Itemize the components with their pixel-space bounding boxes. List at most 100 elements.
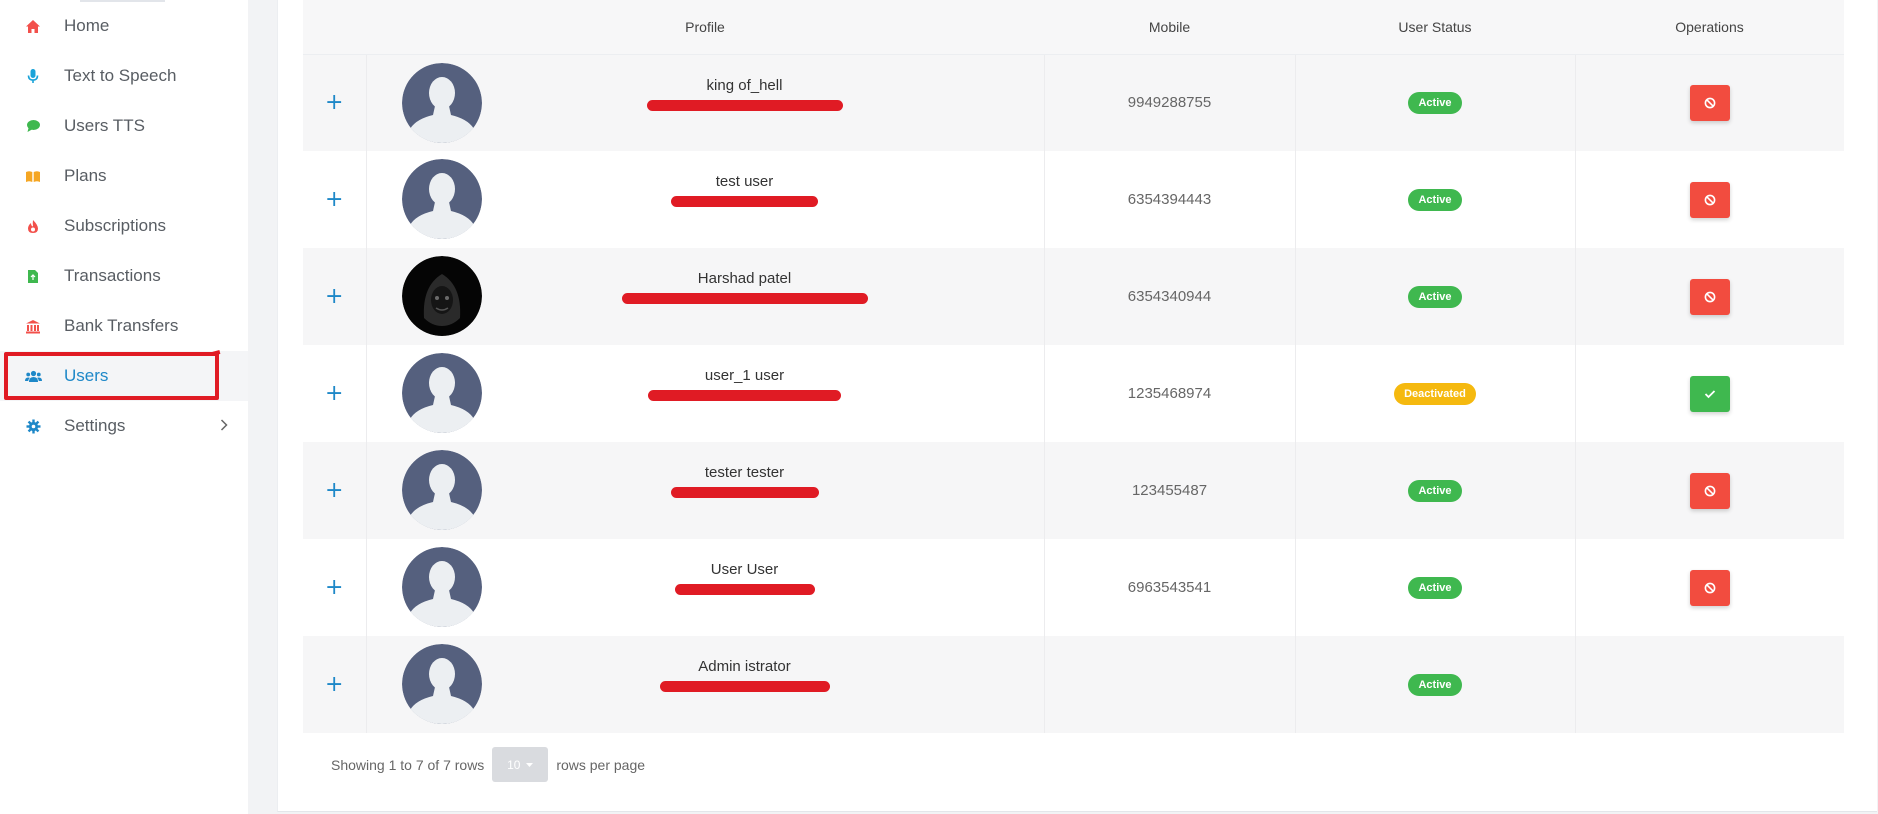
sidebar-item-text-to-speech[interactable]: Text to Speech	[0, 51, 248, 101]
mobile-cell: 6963543541	[1044, 539, 1296, 636]
sidebar-item-label: Text to Speech	[64, 66, 177, 85]
sidebar-item-settings[interactable]: Settings	[0, 401, 248, 451]
ban-icon	[1704, 485, 1716, 496]
expand-row-button[interactable]: +	[325, 90, 343, 115]
sidebar-item-transactions[interactable]: Transactions	[0, 251, 248, 301]
redaction-mark	[670, 487, 819, 498]
sidebar-item-plans[interactable]: Plans	[0, 151, 248, 201]
sidebar-item-subscriptions[interactable]: Subscriptions	[0, 201, 248, 251]
file-icon	[24, 267, 42, 285]
operations-cell	[1575, 54, 1844, 151]
status-cell: Deactivated	[1295, 345, 1576, 442]
table-header-row: Profile Mobile User Status Operations	[303, 0, 1844, 55]
profile-cell: Harshad patel	[366, 248, 1045, 345]
status-badge: Active	[1408, 673, 1462, 696]
user-name: Harshad patel	[697, 270, 792, 287]
profile-text: tester tester	[595, 464, 895, 498]
expand-row-button[interactable]: +	[325, 187, 343, 212]
status-badge: Active	[1408, 576, 1462, 599]
mobile-cell: 6354340944	[1044, 248, 1296, 345]
mobile-cell: 1235468974	[1044, 345, 1296, 442]
profile-text: king of_hell	[595, 77, 895, 111]
profile-text: user_1 user	[595, 367, 895, 401]
profile-cell: Admin istrator	[366, 636, 1045, 733]
sidebar-item-label: Users	[64, 366, 109, 385]
deactivate-user-button[interactable]	[1689, 181, 1730, 218]
deactivate-user-button[interactable]	[1689, 278, 1730, 315]
deactivate-user-button[interactable]	[1689, 569, 1730, 606]
table-row: + Admin istrator Active	[303, 636, 1844, 733]
page-size-value: 10	[507, 757, 521, 772]
status-cell: Active	[1295, 442, 1576, 539]
profile-text: Harshad patel	[595, 270, 895, 304]
sidebar-item-users[interactable]: Users	[0, 351, 248, 401]
status-cell: Active	[1295, 151, 1576, 248]
avatar	[401, 644, 482, 724]
sidebar-item-bank-transfers[interactable]: Bank Transfers	[0, 301, 248, 351]
profile-cell: test user	[366, 151, 1045, 248]
users-table: Profile Mobile User Status Operations + k…	[303, 0, 1844, 733]
mobile-cell: 6354394443	[1044, 151, 1296, 248]
header-operations[interactable]: Operations	[1575, 0, 1844, 55]
table-row: + user_1 user 1235468974 Deactivated	[303, 345, 1844, 442]
user-name: king of_hell	[706, 76, 783, 94]
sidebar-nav: Home Text to Speech Users TTS Plans Subs…	[0, 0, 248, 451]
caret-down-icon	[526, 762, 534, 767]
profile-text: User User	[595, 561, 895, 595]
expand-cell: +	[303, 248, 367, 345]
profile-text: test user	[595, 173, 895, 207]
profile-cell: User User	[366, 539, 1045, 636]
sidebar-item-label: Bank Transfers	[64, 316, 179, 335]
operations-cell	[1575, 539, 1844, 636]
table-body: + king of_hell 9949288755 Active + test user 6…	[303, 54, 1844, 733]
avatar	[401, 547, 482, 627]
redaction-mark	[648, 390, 841, 401]
profile-text: Admin istrator	[595, 658, 895, 692]
expand-cell: +	[303, 345, 367, 442]
ban-icon	[1704, 97, 1716, 109]
expand-cell: +	[303, 636, 367, 733]
page-size-dropdown[interactable]: 10	[492, 747, 549, 782]
pagination-info: Showing 1 to 7 of 7 rows	[331, 756, 485, 773]
header-user-status[interactable]: User Status	[1295, 0, 1575, 55]
deactivate-user-button[interactable]	[1689, 472, 1730, 509]
header-expand	[303, 0, 366, 55]
table-row: + test user 6354394443 Active	[303, 151, 1844, 248]
mobile-cell: 123455487	[1044, 442, 1296, 539]
microphone-icon	[24, 67, 42, 85]
header-profile[interactable]: Profile	[366, 0, 1044, 55]
home-icon	[24, 17, 42, 35]
sidebar-item-home[interactable]: Home	[0, 1, 248, 51]
table-row: + Harshad patel 6354340944 Active	[303, 248, 1844, 345]
main-content: Profile Mobile User Status Operations + k…	[248, 0, 1878, 814]
user-name: tester tester	[704, 464, 785, 481]
profile-cell: tester tester	[366, 442, 1045, 539]
sidebar-item-label: Transactions	[64, 266, 161, 285]
header-mobile[interactable]: Mobile	[1044, 0, 1295, 55]
rows-per-page-label: rows per page	[556, 756, 646, 773]
profile-cell: king of_hell	[366, 54, 1045, 151]
status-badge: Active	[1408, 91, 1462, 114]
expand-row-button[interactable]: +	[325, 575, 343, 600]
operations-cell	[1575, 636, 1844, 733]
sidebar-item-users-tts[interactable]: Users TTS	[0, 101, 248, 151]
expand-row-button[interactable]: +	[325, 478, 343, 503]
redaction-mark	[674, 584, 815, 595]
activate-user-button[interactable]	[1689, 375, 1730, 412]
user-name: user_1 user	[704, 367, 785, 384]
users-icon	[24, 367, 42, 385]
avatar	[401, 256, 482, 336]
status-badge: Active	[1408, 479, 1462, 502]
avatar	[401, 450, 482, 530]
users-table-card: Profile Mobile User Status Operations + k…	[277, 0, 1877, 812]
chat-icon	[24, 117, 42, 135]
fire-icon	[24, 217, 42, 235]
expand-row-button[interactable]: +	[325, 672, 343, 697]
deactivate-user-button[interactable]	[1689, 84, 1730, 121]
status-cell: Active	[1295, 54, 1576, 151]
user-name: User User	[710, 561, 779, 578]
expand-row-button[interactable]: +	[325, 381, 343, 406]
expand-row-button[interactable]: +	[325, 284, 343, 309]
expand-cell: +	[303, 442, 367, 539]
sidebar-item-label: Subscriptions	[64, 216, 167, 235]
